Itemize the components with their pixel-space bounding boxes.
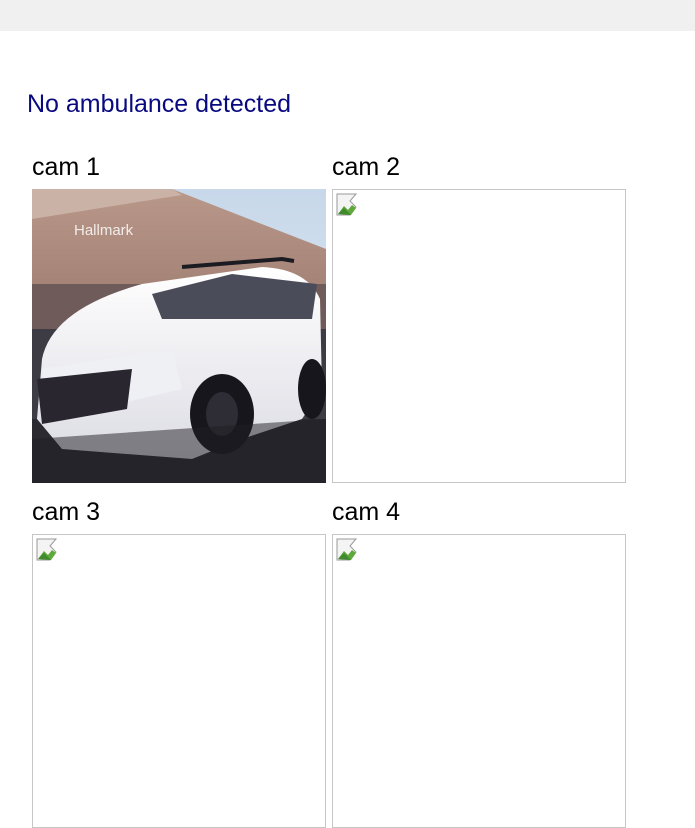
cam-1-feed: Hallmark bbox=[32, 189, 326, 483]
cam-4-label: cam 4 bbox=[332, 498, 401, 526]
broken-image-icon bbox=[336, 193, 358, 216]
broken-image-icon bbox=[36, 538, 58, 561]
cam-1-label: cam 1 bbox=[32, 153, 101, 181]
cam-3-label: cam 3 bbox=[32, 498, 101, 526]
hallmark-sign: Hallmark bbox=[74, 222, 134, 239]
cam-2-label: cam 2 bbox=[332, 153, 401, 181]
cam-2-feed bbox=[332, 189, 626, 483]
cam-1-image: Hallmark bbox=[32, 189, 326, 483]
cam-4-feed bbox=[332, 534, 626, 828]
cam-3-feed bbox=[32, 534, 326, 828]
top-bar bbox=[0, 0, 695, 31]
broken-image-icon bbox=[336, 538, 358, 561]
detection-status: No ambulance detected bbox=[27, 90, 292, 118]
